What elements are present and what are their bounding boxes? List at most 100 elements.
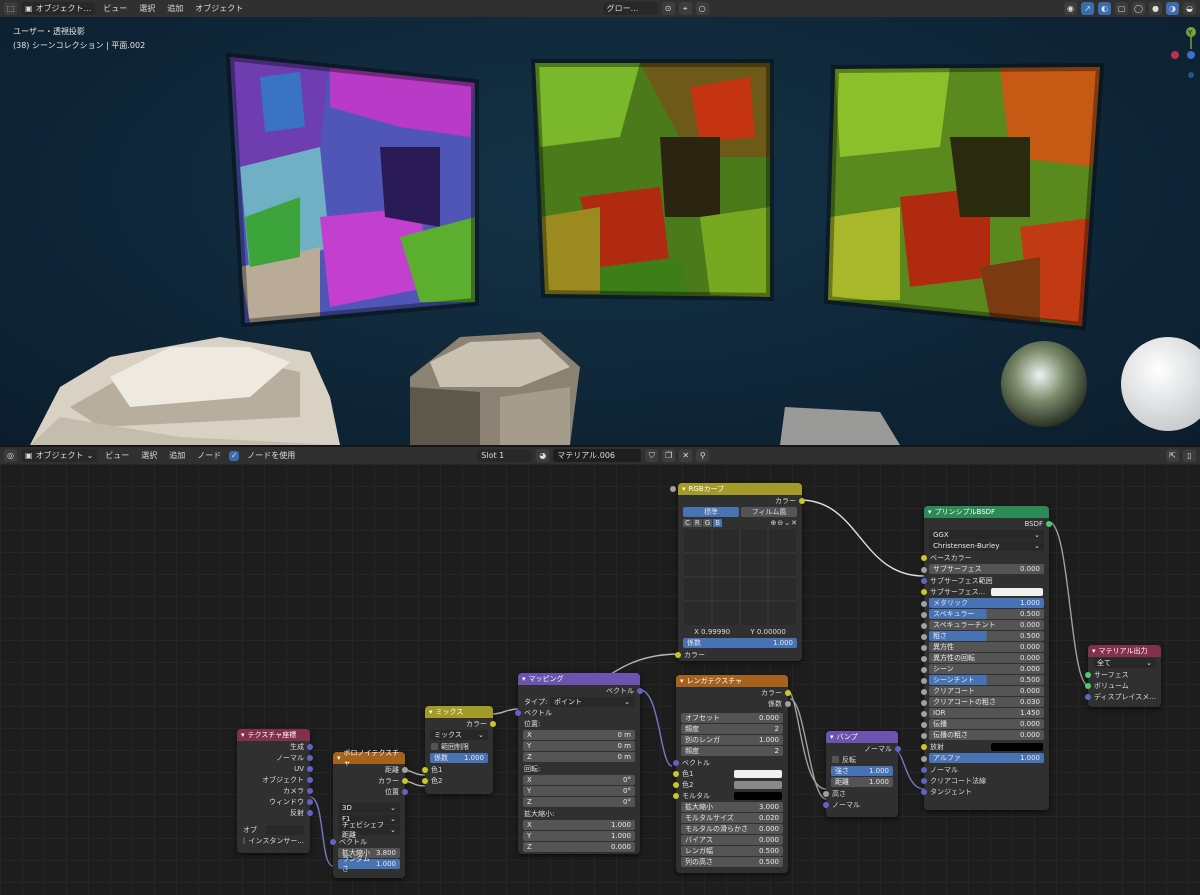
output-color[interactable]: カラー (676, 687, 791, 698)
socket[interactable] (921, 755, 927, 762)
bsdf-input-17[interactable]: アルファ 1.000 (921, 753, 1044, 763)
node-voronoi-texture[interactable]: ▾ ボロノイテクスチャ 距離 カラー 位置 3D ⌄ F1 ⌄ チェビシェフ距離 ⌄ ベ… (330, 749, 408, 878)
socket[interactable] (307, 765, 313, 772)
socket[interactable] (785, 689, 791, 696)
output-normal[interactable]: ノーマル (826, 743, 901, 754)
input-displacement[interactable]: ディスプレイスメ... (1085, 691, 1161, 702)
bsdf-input-4[interactable]: スペキュラー 0.500 (921, 609, 1044, 619)
node-header[interactable]: ▾ RGBカーブ (678, 483, 802, 495)
socket[interactable] (823, 801, 829, 808)
fake-user-shield-icon[interactable]: ⛉ (645, 449, 659, 462)
socket[interactable] (921, 611, 927, 618)
input-vector[interactable]: ベクトル (330, 836, 405, 847)
squash-frequency-field[interactable]: 頻度 2 (681, 746, 783, 756)
socket[interactable] (307, 754, 313, 761)
node-rgb-curves[interactable]: ▾ RGBカーブ カラー 標準 フィルム風 C R G B ⊕ ⊖ ⌄ ✕ X 0.99… (670, 483, 805, 661)
checkbox-icon[interactable] (832, 756, 839, 763)
slot-dropdown[interactable]: Slot 1 (477, 449, 533, 462)
bsdf-input-9[interactable]: シーン 0.000 (921, 664, 1044, 674)
shading-wire-icon[interactable]: ◯ (1132, 2, 1146, 15)
parent-node-tree-icon[interactable]: ⇱ (1166, 449, 1179, 462)
output-window[interactable]: ウィンドウ (237, 796, 313, 807)
bsdf-input-0[interactable]: サブサーフェス 0.000 (921, 564, 1044, 574)
dimensions-dropdown[interactable]: 3D ⌄ (338, 803, 400, 813)
mortar-swatch[interactable] (734, 791, 782, 800)
output-color[interactable]: カラー (333, 775, 408, 786)
bsdf-input-15[interactable]: 伝播の粗さ 0.000 (921, 730, 1044, 740)
input-vector[interactable]: ベクトル (515, 707, 640, 718)
material-sphere-icon[interactable]: ◕ (536, 449, 550, 462)
distance-field[interactable]: 距離 1.000 (831, 777, 893, 787)
socket[interactable] (422, 777, 428, 784)
node-header[interactable]: ▾ ボロノイテクスチャ (333, 749, 405, 767)
scale-y[interactable]: Y 1.000 (523, 831, 635, 841)
socket[interactable] (921, 699, 927, 706)
location-y[interactable]: Y0 m (523, 741, 635, 751)
node-header[interactable]: ▾ バンプ (826, 731, 898, 743)
node-menu-node[interactable]: ノード (193, 450, 225, 461)
node-header[interactable]: ▾ プリンシプルBSDF (924, 506, 1049, 518)
tab-standard[interactable]: 標準 (683, 506, 739, 517)
input-normal[interactable]: ノーマル (823, 799, 898, 810)
shading-rendered-icon[interactable]: ◒ (1183, 2, 1197, 15)
offset-field[interactable]: オフセット 0.000 (681, 713, 783, 723)
input-mortar[interactable]: モルタル (673, 790, 788, 801)
output-position[interactable]: 位置 (333, 786, 408, 797)
brick-width-field[interactable]: レンガ幅 0.500 (681, 846, 783, 856)
menu-object[interactable]: オブジェクト (191, 3, 247, 14)
node-brick-texture[interactable]: ▾ レンガテクスチャ カラー 係数 オフセット 0.000 頻度 2 別のレンガ 1.0… (673, 675, 791, 873)
channel-g[interactable]: G (702, 518, 713, 527)
curve-graph[interactable] (684, 529, 796, 625)
overlay-icon[interactable]: ◐ (1098, 2, 1112, 15)
node-editor-canvas[interactable]: ▾ テクスチャ座標 生成 ノーマル UV オブジェクト カメラ ウィンドウ 反射 … (0, 464, 1200, 895)
socket[interactable] (921, 566, 927, 573)
output-bsdf[interactable]: BSDF (924, 518, 1052, 529)
socket[interactable] (921, 721, 927, 728)
socket[interactable] (307, 776, 313, 783)
collapse-icon[interactable]: ▾ (241, 731, 245, 739)
socket[interactable] (637, 687, 643, 694)
socket[interactable] (673, 770, 679, 777)
output-vector[interactable]: ベクトル (518, 685, 643, 696)
collapse-icon[interactable]: ▾ (680, 677, 684, 685)
socket[interactable] (515, 709, 521, 716)
checkbox-icon[interactable] (243, 837, 246, 844)
node-bump[interactable]: ▾ バンプ ノーマル 反転 強さ 1.000 距離 1.000 高さ ノーマル (823, 731, 901, 817)
node-menu-view[interactable]: ビュー (101, 450, 133, 461)
unlink-icon[interactable]: ✕ (679, 449, 693, 462)
gizmo-icon[interactable]: ↗ (1081, 2, 1095, 15)
node-header[interactable]: ▾ ミックス (425, 706, 493, 718)
object-field[interactable] (266, 824, 304, 835)
output-generated[interactable]: 生成 (237, 741, 313, 752)
bsdf-input-20[interactable]: タンジェント (921, 786, 1049, 797)
distribution-dropdown[interactable]: GGX ⌄ (929, 530, 1044, 540)
location-z[interactable]: Z0 m (523, 752, 635, 762)
socket[interactable] (921, 588, 927, 595)
socket[interactable] (307, 787, 313, 794)
input-volume[interactable]: ボリューム (1085, 680, 1161, 691)
strength-field[interactable]: 強さ 1.000 (831, 766, 893, 776)
socket[interactable] (921, 644, 927, 651)
input-surface[interactable]: サーフェス (1085, 669, 1161, 680)
output-normal[interactable]: ノーマル (237, 752, 313, 763)
color1-swatch[interactable] (734, 769, 782, 778)
collapse-icon[interactable]: ▾ (682, 485, 686, 493)
bsdf-input-11[interactable]: クリアコート 0.000 (921, 686, 1044, 696)
input-base-color[interactable]: ベースカラー (921, 552, 1049, 563)
socket[interactable] (673, 781, 679, 788)
output-color[interactable]: カラー (678, 495, 805, 506)
menu-select[interactable]: 選択 (135, 3, 159, 14)
socket[interactable] (921, 677, 927, 684)
chevron-down-icon[interactable]: ⌄ (784, 519, 790, 527)
squash-field[interactable]: 別のレンガ 1.000 (681, 735, 783, 745)
output-distance[interactable]: 距離 (333, 764, 408, 775)
rotation-z[interactable]: Z 0° (523, 797, 635, 807)
input-color1[interactable]: 色1 (673, 768, 788, 779)
output-color[interactable]: カラー (425, 718, 496, 729)
menu-add[interactable]: 追加 (163, 3, 187, 14)
pivot-icon[interactable]: ⊙ (661, 2, 675, 15)
node-mapping[interactable]: ▾ マッピング ベクトル タイプ: ポイント ⌄ ベクトル 位置: X0 m Y0 m… (515, 673, 643, 854)
socket[interactable] (921, 688, 927, 695)
socket[interactable] (307, 743, 313, 750)
node-material-output[interactable]: ▾ マテリアル出力 全て ⌄ サーフェス ボリューム ディスプレイスメ... (1085, 645, 1161, 707)
